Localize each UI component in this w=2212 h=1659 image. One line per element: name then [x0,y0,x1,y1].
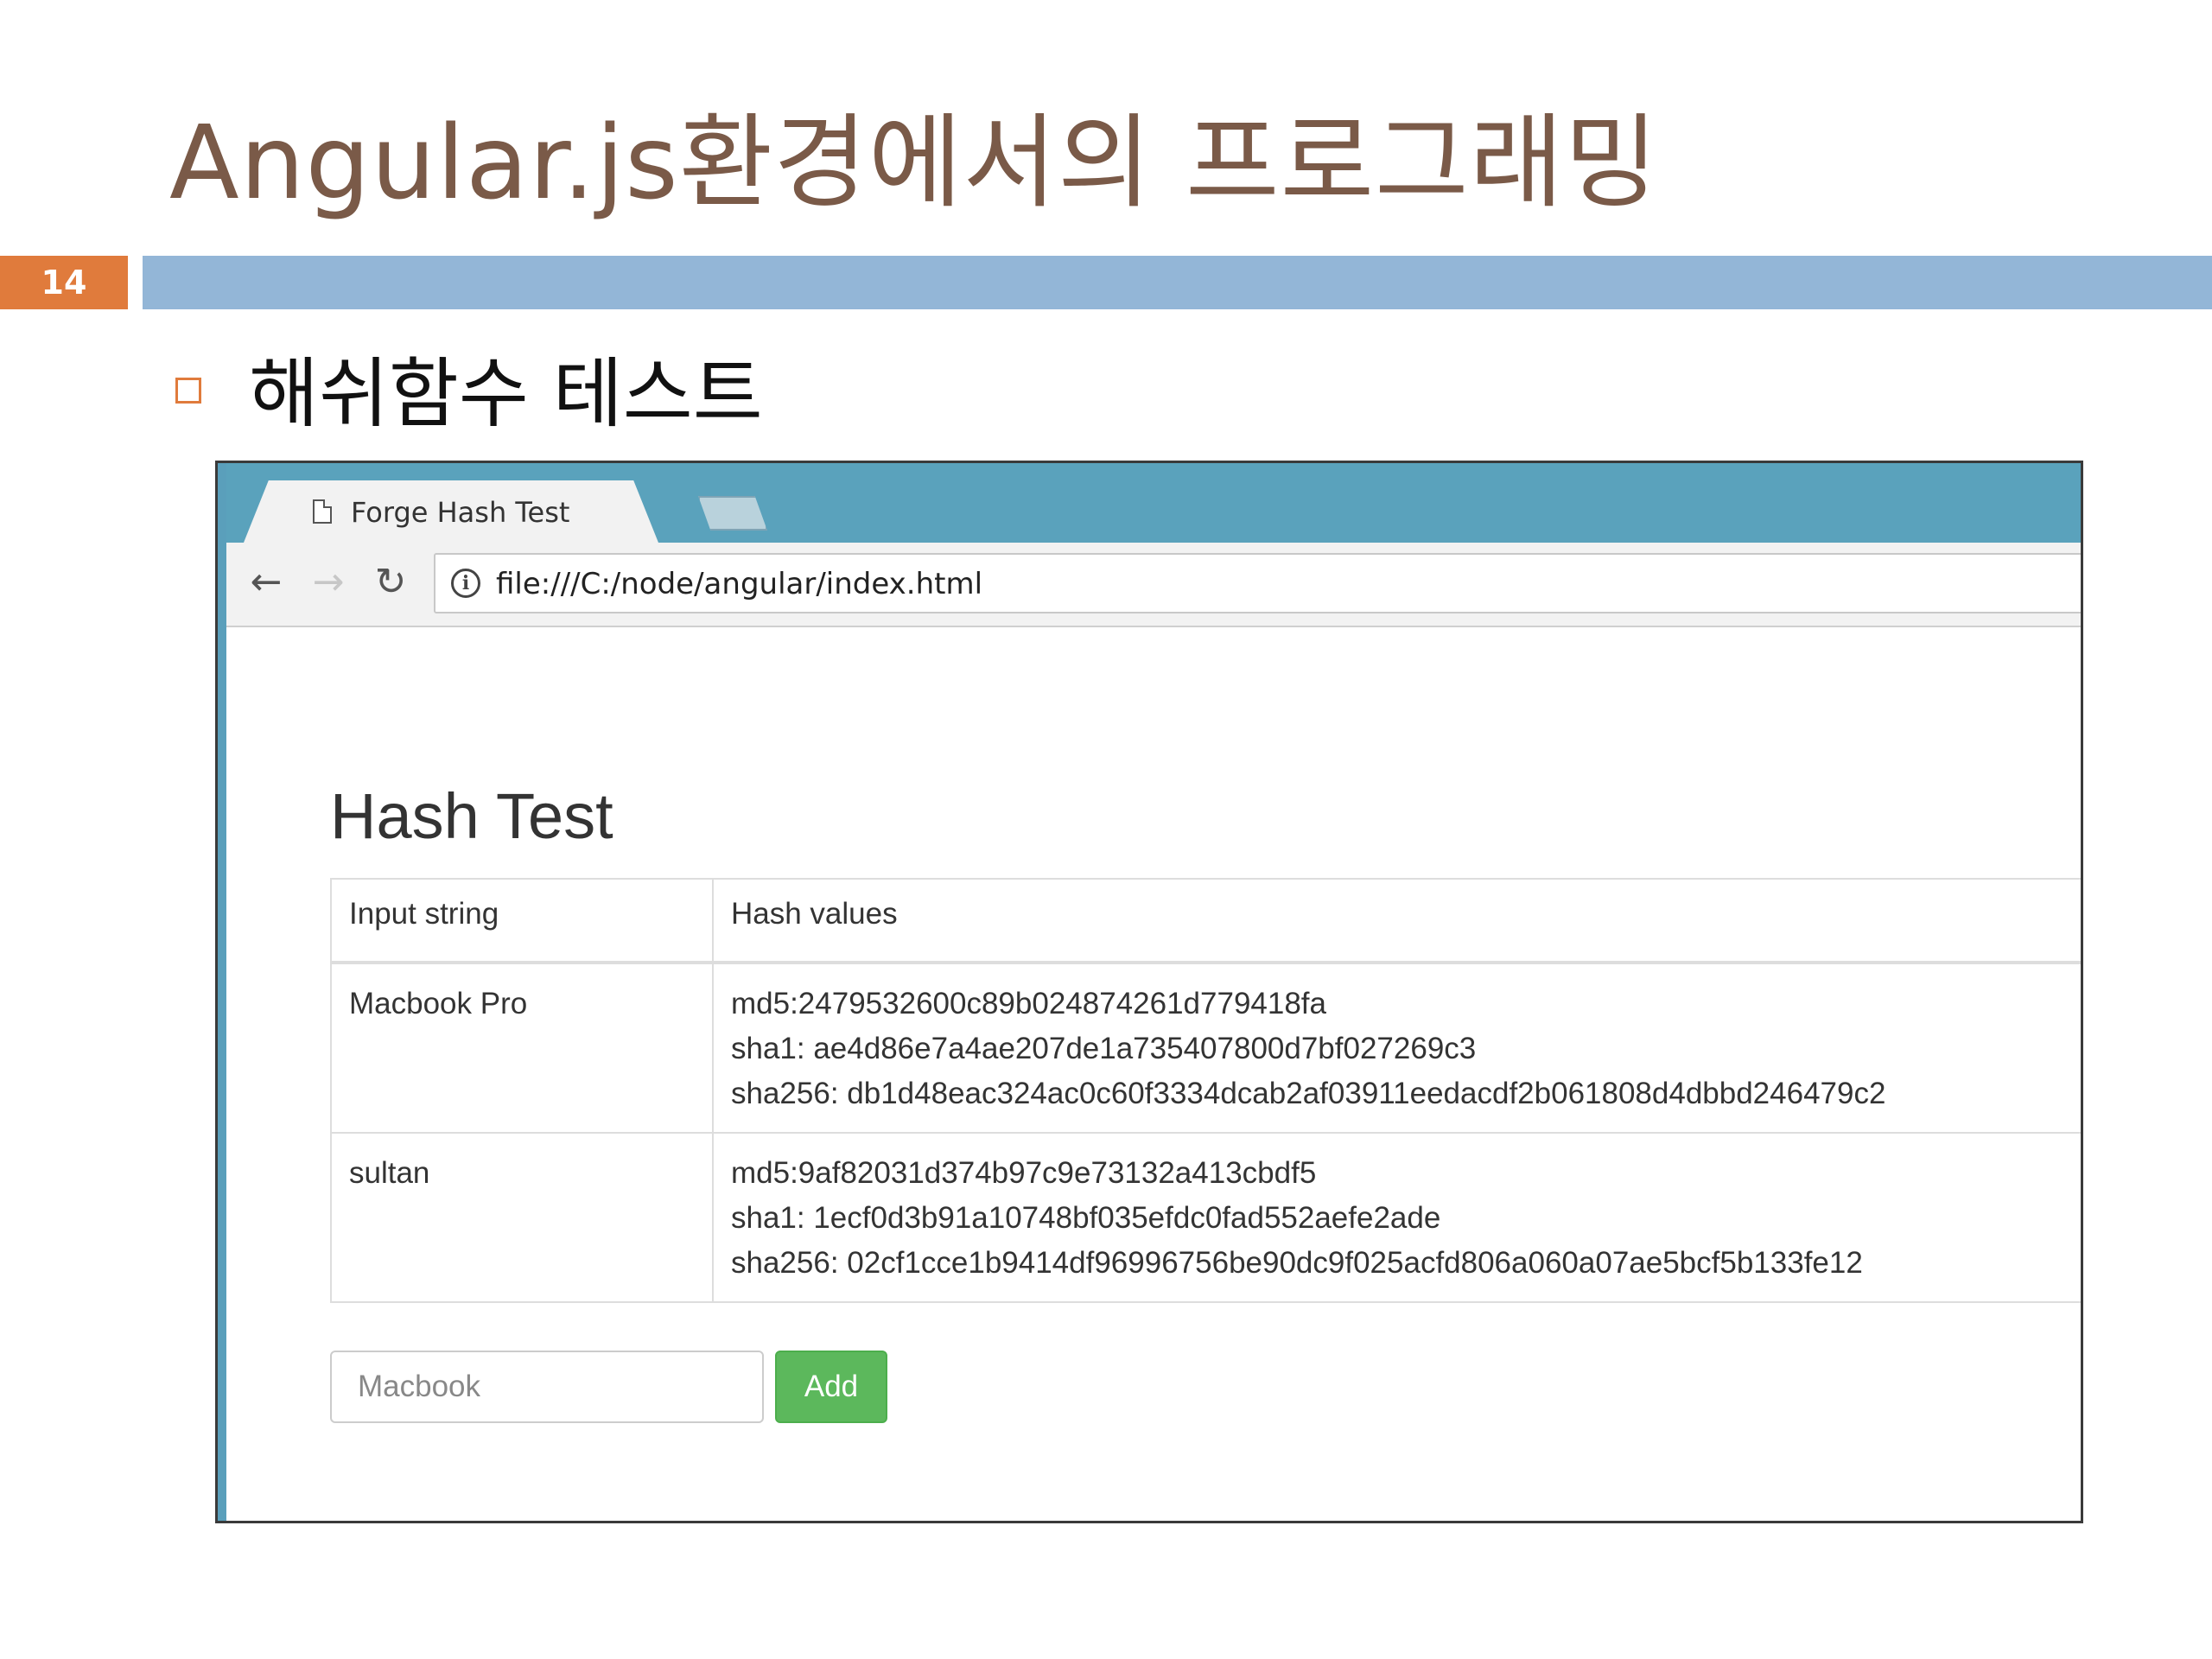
hash-table: Input string Hash values Macbook Pro md5… [330,878,2081,1303]
md5-value: md5:9af82031d374b97c9e73132a413cbdf5 [731,1156,1317,1190]
close-tab-icon[interactable]: × [658,491,690,532]
address-bar[interactable]: i file:///C:/node/angular/index.html [434,553,2081,613]
page-heading: Hash Test [330,780,613,852]
sha1-value: sha1: 1ecf0d3b91a10748bf035efdc0fad552ae… [731,1201,1441,1235]
table-row: Macbook Pro md5:2479532600c89b024874261d… [330,962,2081,1134]
sha1-value: sha1: ae4d86e7a4ae207de1a735407800d7bf02… [731,1032,1477,1065]
hash-input-field[interactable] [330,1351,764,1423]
header-input-string: Input string [330,878,714,964]
forward-arrow-icon[interactable]: → [304,558,353,607]
table-row: sultan md5:9af82031d374b97c9e73132a413cb… [330,1132,2081,1303]
tab-title: Forge Hash Test [351,496,570,529]
header-hash-values: Hash values [712,878,2081,964]
back-arrow-icon[interactable]: ← [242,558,290,607]
browser-left-accent [218,463,226,1521]
slide-title: Angular.js환경에서의 프로그래밍 [169,103,1659,222]
md5-value: md5:2479532600c89b024874261d779418fa [731,987,1326,1020]
input-cell: Macbook Pro [330,962,714,1134]
sha256-value: sha256: 02cf1cce1b9414df96996756be90dc9f… [731,1246,1863,1280]
hash-cell: md5:9af82031d374b97c9e73132a413cbdf5 sha… [712,1132,2081,1303]
page-number-badge: 14 [0,256,128,309]
title-divider-bar [143,256,2212,309]
bullet-text: 해쉬함수 테스트 [249,349,763,438]
browser-window: Forge Hash Test × ← → ↻ i file:///C:/nod… [215,461,2083,1523]
browser-toolbar: ← → ↻ i file:///C:/node/angular/index.ht… [226,543,2081,627]
sha256-value: sha256: db1d48eac324ac0c60f3334dcab2af03… [731,1077,1886,1110]
add-button[interactable]: Add [775,1351,887,1423]
document-icon [313,499,332,524]
address-text: file:///C:/node/angular/index.html [496,567,983,601]
table-header-row: Input string Hash values [330,878,2081,964]
browser-tab[interactable]: Forge Hash Test × [244,480,658,543]
info-icon[interactable]: i [451,569,480,598]
input-cell: sultan [330,1132,714,1303]
hash-cell: md5:2479532600c89b024874261d779418fa sha… [712,962,2081,1134]
tabstrip: Forge Hash Test × [218,463,2081,543]
bullet-square-icon [175,378,201,404]
new-tab-button[interactable] [698,496,767,531]
reload-icon[interactable]: ↻ [366,558,415,607]
